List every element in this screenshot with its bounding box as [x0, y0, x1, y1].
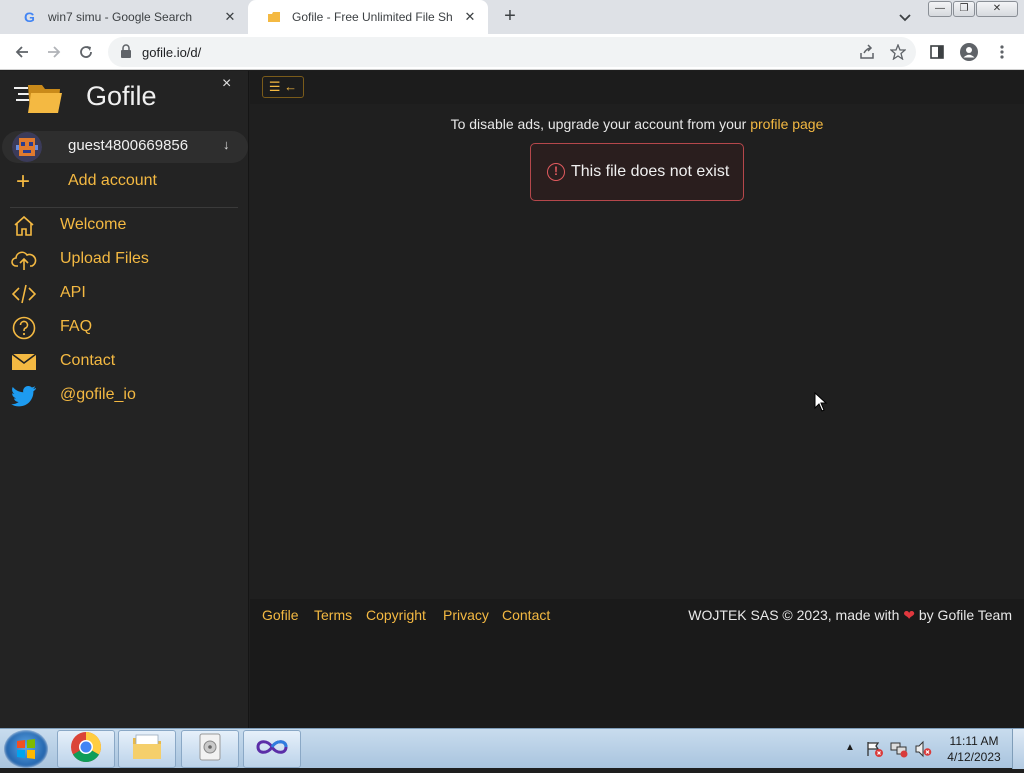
tab-gofile[interactable]: Gofile - Free Unlimited File Sharing ✕: [248, 0, 488, 34]
code-icon: [11, 282, 37, 306]
footer: Gofile Terms Copyright Privacy Contact W…: [250, 599, 1024, 728]
footer-link-gofile[interactable]: Gofile: [262, 607, 299, 623]
sidebar-toggle-button[interactable]: ☰ ←: [262, 76, 304, 98]
bookmark-star-icon[interactable]: [889, 43, 907, 61]
start-button[interactable]: [4, 730, 48, 768]
clock-date: 4/12/2023: [947, 750, 1001, 764]
tab-close-icon[interactable]: ✕: [222, 9, 238, 25]
sidebar-item-contact[interactable]: Contact: [0, 347, 248, 377]
add-account-button[interactable]: + Add account: [0, 167, 248, 197]
windows-taskbar: ▲ 11:11 AM 4/12/2023: [0, 728, 1024, 769]
browser-tab-bar: G win7 simu - Google Search ✕ Gofile - F…: [0, 0, 1024, 34]
window-close-button[interactable]: ✕: [976, 1, 1018, 17]
sidebar: Gofile × guest4800669856 ↓ + Add account: [0, 71, 249, 728]
sidebar-item-upload-files[interactable]: Upload Files: [0, 245, 248, 275]
account-name: guest4800669856: [68, 137, 189, 154]
question-circle-icon: [11, 316, 37, 340]
side-panel-icon[interactable]: [928, 43, 946, 61]
page-content: Gofile × guest4800669856 ↓ + Add account: [0, 71, 1024, 728]
back-button[interactable]: [12, 42, 32, 62]
mouse-cursor-icon: [814, 391, 828, 412]
media-icon: [197, 733, 223, 766]
show-hidden-icons-button[interactable]: ▲: [845, 742, 855, 753]
brand-name[interactable]: Gofile: [86, 81, 157, 112]
tab-title: Gofile - Free Unlimited File Sharing: [292, 10, 452, 24]
error-message: This file does not exist: [571, 163, 730, 180]
footer-link-contact[interactable]: Contact: [502, 607, 550, 623]
new-tab-button[interactable]: +: [498, 5, 522, 29]
home-icon: [11, 214, 37, 238]
envelope-icon: [11, 350, 37, 374]
taskbar-media-button[interactable]: [181, 730, 239, 768]
sidebar-item-label: Contact: [60, 352, 116, 369]
chrome-icon: [70, 731, 102, 768]
lock-icon: [120, 44, 132, 63]
sidebar-divider: [10, 207, 238, 208]
browser-toolbar: gofile.io/d/: [0, 34, 1024, 70]
tab-search-chevron-icon[interactable]: [895, 7, 915, 27]
footer-link-privacy[interactable]: Privacy: [443, 607, 489, 623]
ads-notice: To disable ads, upgrade your account fro…: [250, 116, 1024, 132]
footer-copyright: WOJTEK SAS © 2023, made with ❤ by Gofile…: [688, 607, 1012, 624]
file-explorer-icon: [131, 733, 163, 766]
gofile-icon: [266, 9, 282, 25]
cloud-upload-icon: [11, 248, 37, 272]
taskbar-explorer-button[interactable]: [118, 730, 176, 768]
infinity-icon: [255, 737, 289, 762]
network-icon[interactable]: [890, 740, 908, 763]
url-text: gofile.io/d/: [142, 45, 202, 60]
clock-time: 11:11 AM: [949, 734, 999, 748]
sidebar-item-twitter[interactable]: @gofile_io: [0, 381, 248, 411]
footer-link-copyright[interactable]: Copyright: [366, 607, 426, 623]
heart-icon: ❤: [903, 607, 915, 623]
arrow-down-icon: ↓: [223, 137, 230, 152]
forward-button[interactable]: [44, 42, 64, 62]
sidebar-item-api[interactable]: API: [0, 279, 248, 309]
reload-button[interactable]: [76, 42, 96, 62]
plus-icon: +: [16, 168, 31, 195]
sidebar-close-button[interactable]: ×: [222, 75, 231, 93]
minimize-button[interactable]: —: [928, 1, 952, 17]
avatar: [12, 132, 42, 162]
copyright-prefix: WOJTEK SAS © 2023, made with: [688, 607, 900, 623]
action-center-flag-icon[interactable]: [866, 740, 884, 763]
ads-notice-text: To disable ads, upgrade your account fro…: [450, 116, 747, 132]
add-account-label: Add account: [68, 172, 157, 189]
twitter-icon: [11, 384, 37, 408]
tab-close-icon[interactable]: ✕: [462, 9, 478, 25]
profile-page-link[interactable]: profile page: [750, 116, 823, 132]
main-top-strip: [250, 71, 1024, 104]
sidebar-item-faq[interactable]: FAQ: [0, 313, 248, 343]
sidebar-item-label: Welcome: [60, 216, 127, 233]
error-alert: ! This file does not exist: [530, 143, 744, 201]
taskbar-infinity-app-button[interactable]: [243, 730, 301, 768]
taskbar-clock[interactable]: 11:11 AM 4/12/2023: [946, 733, 1002, 765]
google-icon: G: [22, 9, 38, 25]
sidebar-item-label: Upload Files: [60, 250, 149, 267]
more-menu-icon[interactable]: [993, 43, 1011, 61]
sidebar-item-label: @gofile_io: [60, 386, 136, 403]
volume-muted-icon[interactable]: [914, 740, 932, 763]
sidebar-item-welcome[interactable]: Welcome: [0, 211, 248, 241]
taskbar-chrome-button[interactable]: [57, 730, 115, 768]
address-bar[interactable]: gofile.io/d/: [108, 37, 916, 67]
share-icon[interactable]: [858, 43, 876, 61]
gofile-logo-icon: [14, 81, 64, 115]
account-switcher[interactable]: guest4800669856 ↓: [2, 131, 248, 163]
restore-button[interactable]: ❐: [953, 1, 975, 17]
tab-google-search[interactable]: G win7 simu - Google Search ✕: [4, 0, 248, 34]
sidebar-item-label: FAQ: [60, 318, 93, 335]
show-desktop-button[interactable]: [1012, 729, 1024, 769]
sidebar-item-label: API: [60, 284, 86, 301]
svg-text:G: G: [24, 9, 35, 25]
tab-title: win7 simu - Google Search: [48, 10, 193, 24]
exclamation-circle-icon: !: [547, 163, 565, 181]
footer-link-terms[interactable]: Terms: [314, 607, 352, 623]
copyright-suffix: by Gofile Team: [918, 607, 1012, 623]
profile-icon[interactable]: [960, 43, 978, 61]
